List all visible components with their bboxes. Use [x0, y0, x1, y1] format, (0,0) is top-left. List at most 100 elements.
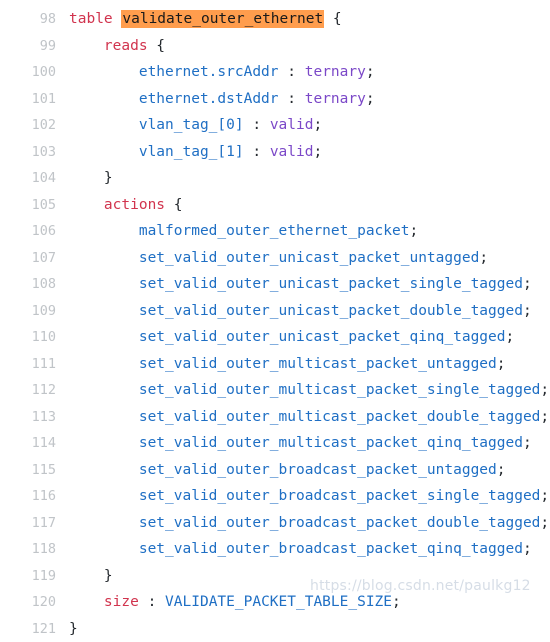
token-punctuation: ; — [523, 276, 532, 292]
line-content[interactable]: set_valid_outer_multicast_packet_single_… — [56, 377, 550, 404]
line-content[interactable]: malformed_outer_ethernet_packet; — [56, 218, 550, 245]
token-type: ternary — [305, 91, 366, 107]
indent-space — [69, 303, 139, 319]
line-content[interactable]: reads { — [56, 33, 550, 60]
code-line[interactable]: 107 set_valid_outer_unicast_packet_untag… — [0, 245, 550, 272]
code-line[interactable]: 110 set_valid_outer_unicast_packet_qinq_… — [0, 324, 550, 351]
code-line[interactable]: 112 set_valid_outer_multicast_packet_sin… — [0, 377, 550, 404]
token-punctuation: } — [104, 568, 113, 584]
line-number: 102 — [0, 112, 56, 139]
line-content[interactable]: set_valid_outer_broadcast_packet_untagge… — [56, 457, 550, 484]
line-number: 106 — [0, 218, 56, 245]
token-punctuation: ; — [409, 223, 418, 239]
token-punctuation: } — [104, 170, 113, 186]
code-line[interactable]: 111 set_valid_outer_multicast_packet_unt… — [0, 351, 550, 378]
code-line[interactable]: 105 actions { — [0, 192, 550, 219]
indent-space — [69, 462, 139, 478]
indent-space — [69, 117, 139, 133]
token-identifier: set_valid_outer_broadcast_packet_double_… — [139, 515, 541, 531]
line-number: 110 — [0, 324, 56, 351]
token-punctuation: ; — [540, 488, 549, 504]
indent-space — [69, 435, 139, 451]
token-punctuation: ; — [540, 515, 549, 531]
token-identifier: set_valid_outer_broadcast_packet_untagge… — [139, 462, 497, 478]
line-content[interactable]: } — [56, 165, 550, 192]
token-punctuation: : — [279, 64, 305, 80]
line-number: 119 — [0, 563, 56, 590]
code-line[interactable]: 99 reads { — [0, 33, 550, 60]
token-identifier: set_valid_outer_unicast_packet_qinq_tagg… — [139, 329, 506, 345]
indent-space — [69, 276, 139, 292]
token-punctuation: ; — [313, 144, 322, 160]
token-punctuation: { — [324, 11, 341, 27]
line-content[interactable]: actions { — [56, 192, 550, 219]
code-line[interactable]: 120 size : VALIDATE_PACKET_TABLE_SIZE; — [0, 589, 550, 616]
code-line[interactable]: 113 set_valid_outer_multicast_packet_dou… — [0, 404, 550, 431]
code-line[interactable]: 121} — [0, 616, 550, 642]
code-line[interactable]: 118 set_valid_outer_broadcast_packet_qin… — [0, 536, 550, 563]
code-line[interactable]: 119 } — [0, 563, 550, 590]
token-punctuation: : — [244, 117, 270, 133]
token-identifier: set_valid_outer_multicast_packet_qinq_ta… — [139, 435, 523, 451]
line-number: 113 — [0, 404, 56, 431]
line-content[interactable]: ethernet.srcAddr : ternary; — [56, 59, 550, 86]
line-content[interactable]: table validate_outer_ethernet { — [56, 6, 550, 33]
token-punctuation: ; — [497, 462, 506, 478]
token-type: valid — [270, 117, 314, 133]
code-line[interactable]: 101 ethernet.dstAddr : ternary; — [0, 86, 550, 113]
line-content[interactable]: set_valid_outer_unicast_packet_qinq_tagg… — [56, 324, 550, 351]
line-content[interactable]: vlan_tag_[0] : valid; — [56, 112, 550, 139]
indent-space — [69, 568, 104, 584]
line-content[interactable]: size : VALIDATE_PACKET_TABLE_SIZE; — [56, 589, 550, 616]
code-line[interactable]: 109 set_valid_outer_unicast_packet_doubl… — [0, 298, 550, 325]
code-line[interactable]: 117 set_valid_outer_broadcast_packet_dou… — [0, 510, 550, 537]
token-punctuation: : — [139, 594, 165, 610]
line-number: 120 — [0, 589, 56, 616]
token-identifier: set_valid_outer_unicast_packet_single_ta… — [139, 276, 523, 292]
line-number: 101 — [0, 86, 56, 113]
line-content[interactable]: } — [56, 616, 550, 642]
indent-space — [69, 144, 139, 160]
code-line[interactable]: 114 set_valid_outer_multicast_packet_qin… — [0, 430, 550, 457]
code-line[interactable]: 116 set_valid_outer_broadcast_packet_sin… — [0, 483, 550, 510]
code-line[interactable]: 106 malformed_outer_ethernet_packet; — [0, 218, 550, 245]
code-line[interactable]: 98table validate_outer_ethernet { — [0, 6, 550, 33]
code-line[interactable]: 100 ethernet.srcAddr : ternary; — [0, 59, 550, 86]
token-identifier: vlan_tag_[0] — [139, 117, 244, 133]
line-content[interactable]: set_valid_outer_broadcast_packet_single_… — [56, 483, 550, 510]
token-punctuation: ; — [523, 303, 532, 319]
token-punctuation: { — [165, 197, 182, 213]
token-punctuation: ; — [540, 382, 549, 398]
code-viewer[interactable]: 98table validate_outer_ethernet {99 read… — [0, 0, 550, 610]
token-punctuation: ; — [523, 541, 532, 557]
line-content[interactable]: set_valid_outer_broadcast_packet_double_… — [56, 510, 550, 537]
code-line[interactable]: 115 set_valid_outer_broadcast_packet_unt… — [0, 457, 550, 484]
line-content[interactable]: set_valid_outer_broadcast_packet_qinq_ta… — [56, 536, 550, 563]
line-number: 100 — [0, 59, 56, 86]
code-line[interactable]: 104 } — [0, 165, 550, 192]
line-content[interactable]: vlan_tag_[1] : valid; — [56, 139, 550, 166]
line-content[interactable]: set_valid_outer_unicast_packet_single_ta… — [56, 271, 550, 298]
line-content[interactable]: set_valid_outer_multicast_packet_qinq_ta… — [56, 430, 550, 457]
token-identifier: set_valid_outer_multicast_packet_double_… — [139, 409, 541, 425]
code-line[interactable]: 102 vlan_tag_[0] : valid; — [0, 112, 550, 139]
token-identifier: set_valid_outer_multicast_packet_single_… — [139, 382, 541, 398]
code-line[interactable]: 108 set_valid_outer_unicast_packet_singl… — [0, 271, 550, 298]
line-content[interactable]: ethernet.dstAddr : ternary; — [56, 86, 550, 113]
token-identifier: set_valid_outer_broadcast_packet_qinq_ta… — [139, 541, 523, 557]
token-punctuation: ; — [366, 64, 375, 80]
line-content[interactable]: set_valid_outer_multicast_packet_untagge… — [56, 351, 550, 378]
line-number: 99 — [0, 33, 56, 60]
token-identifier: set_valid_outer_unicast_packet_untagged — [139, 250, 479, 266]
line-content[interactable]: } — [56, 563, 550, 590]
token-identifier: set_valid_outer_unicast_packet_double_ta… — [139, 303, 523, 319]
line-number: 107 — [0, 245, 56, 272]
line-content[interactable]: set_valid_outer_multicast_packet_double_… — [56, 404, 550, 431]
line-content[interactable]: set_valid_outer_unicast_packet_double_ta… — [56, 298, 550, 325]
token-punctuation: ; — [392, 594, 401, 610]
code-line[interactable]: 103 vlan_tag_[1] : valid; — [0, 139, 550, 166]
line-content[interactable]: set_valid_outer_unicast_packet_untagged; — [56, 245, 550, 272]
token-punctuation: { — [148, 38, 165, 54]
line-number: 121 — [0, 616, 56, 642]
token-punctuation: : — [279, 91, 305, 107]
